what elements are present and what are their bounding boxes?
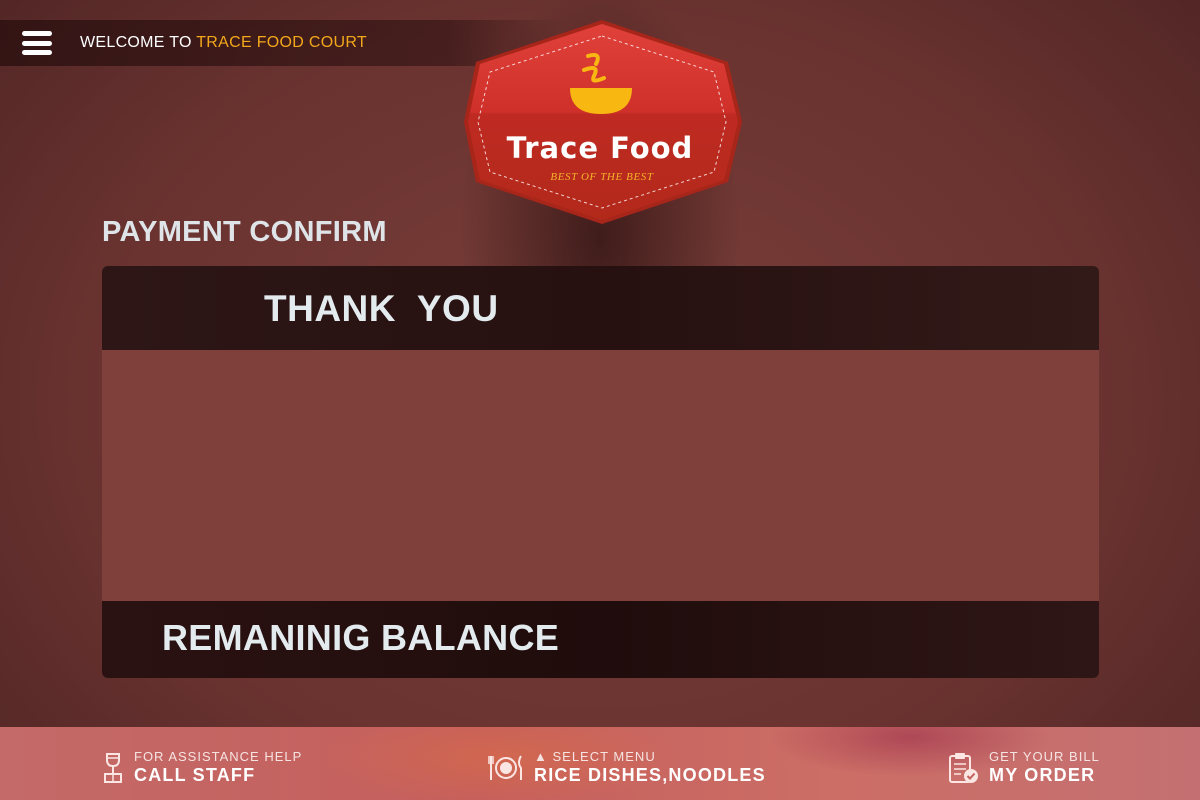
call-staff-button[interactable]: FOR ASSISTANCE HELP CALL STAFF	[102, 749, 302, 786]
my-order-caption: GET YOUR BILL	[989, 749, 1100, 764]
welcome-message: WELCOME TO TRACE FOOD COURT	[80, 34, 367, 52]
select-menu-label: RICE DISHES,NOODLES	[534, 765, 766, 785]
welcome-brand: TRACE FOOD COURT	[196, 34, 367, 51]
thank-you-text: THANK YOU	[264, 288, 499, 329]
call-staff-label: CALL STAFF	[134, 765, 256, 785]
logo-title: Trace Food	[506, 131, 694, 165]
my-order-label: MY ORDER	[989, 765, 1096, 785]
logo-tagline: BEST OF THE BEST	[550, 171, 654, 183]
wine-glass-icon	[104, 752, 122, 783]
logo-badge	[464, 20, 742, 224]
plate-cutlery-icon	[488, 755, 522, 780]
call-staff-caption: FOR ASSISTANCE HELP	[134, 749, 303, 764]
thank-you-banner: THANK YOU	[102, 266, 1099, 350]
page-title: PAYMENT CONFIRM	[102, 216, 387, 248]
welcome-prefix: WELCOME TO	[80, 34, 192, 51]
select-menu-button[interactable]: ▲ SELECT MENU RICE DISHES,NOODLES	[488, 749, 766, 786]
clipboard-check-icon	[949, 752, 978, 783]
hamburger-menu-icon[interactable]	[22, 31, 52, 55]
my-order-button[interactable]: GET YOUR BILL MY ORDER	[947, 749, 1100, 786]
remaining-balance-bar: REMANINIG BALANCE	[102, 601, 1099, 678]
payment-content-panel	[102, 350, 1099, 601]
bottom-navigation-bar: FOR ASSISTANCE HELP CALL STAFF ▲ SELECT …	[0, 727, 1200, 800]
remaining-balance-label: REMANINIG BALANCE	[162, 617, 560, 658]
trace-food-logo: Trace Food BEST OF THE BEST	[462, 18, 746, 226]
select-menu-caption: ▲ SELECT MENU	[534, 749, 656, 764]
